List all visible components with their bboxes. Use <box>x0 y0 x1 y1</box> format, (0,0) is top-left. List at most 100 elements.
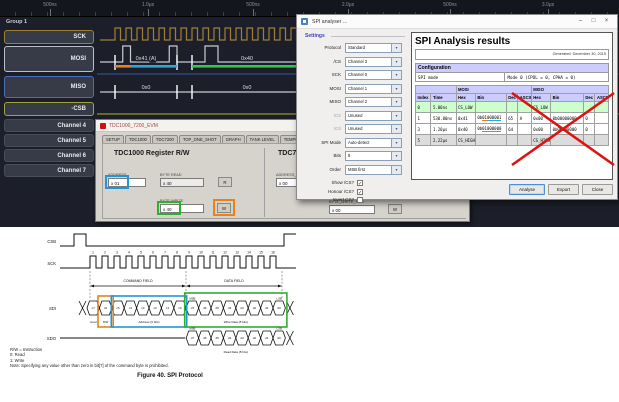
write-7200-button[interactable]: W <box>388 204 402 214</box>
setting-select--cs[interactable]: Channel 3▾ <box>345 57 402 67</box>
tab-tank-level[interactable]: TANK LEVEL <box>246 135 279 143</box>
column-header: Bin <box>551 94 584 102</box>
column-header: Index <box>416 94 431 102</box>
chevron-down-icon[interactable]: ▾ <box>391 152 401 160</box>
channel-button--csb[interactable]: -CSB <box>4 102 94 116</box>
table-cell: CS_LOW <box>531 102 550 113</box>
bit-label: d2 <box>253 306 257 310</box>
bit-label: d1 <box>265 306 269 310</box>
channel-button-channel-4[interactable]: Channel 4 <box>4 119 94 132</box>
read-data-label: Read Data (8 bits) <box>224 350 248 354</box>
column-header: Hex <box>456 94 475 102</box>
clock-number: 13 <box>235 251 239 255</box>
app-icon <box>301 18 308 25</box>
tab-graph[interactable]: GRAPH <box>222 135 245 143</box>
setting-select-spi-mode[interactable]: Auto-detect▾ <box>345 138 402 148</box>
channel-button-sck[interactable]: SCK <box>4 30 94 44</box>
spi-titlebar[interactable]: SPI analyser ... – □ × <box>297 15 617 29</box>
setting-select-order[interactable]: MSB first▾ <box>345 165 402 175</box>
channel-button-miso[interactable]: MISO <box>4 76 94 98</box>
table-row[interactable]: 1530.00ns0x410b0100000165A0x000b00000000… <box>416 113 609 124</box>
setting-select-io3[interactable]: Unused ▾ <box>345 124 402 134</box>
selected-value: Channel 0 <box>348 72 367 77</box>
close-results-button[interactable]: Close <box>582 184 613 195</box>
analyse-button[interactable]: Analyse <box>509 184 545 195</box>
setting-label-bits: Bits <box>299 153 341 158</box>
byte-write-highlight-box <box>157 201 181 215</box>
table-row[interactable]: 05.00nsCS_LOWCS_LOW <box>416 102 609 113</box>
setting-select-io2[interactable]: Unused ▾ <box>345 111 402 121</box>
bit-label: c6 <box>104 306 108 310</box>
selected-value: Unused <box>348 113 362 118</box>
spi-mode-value: Mode 0 (CPOL = 0, CPHA = 0) <box>505 73 608 81</box>
column-header: Hex <box>531 94 550 102</box>
close-button[interactable]: × <box>600 17 613 26</box>
maximize-button[interactable]: □ <box>587 17 600 26</box>
checkbox-show-cs-[interactable]: ✓ <box>357 180 363 186</box>
table-cell: 0 <box>416 102 431 113</box>
signal-label-sdo: SDO <box>47 336 57 341</box>
bin-segment: 000001 <box>487 115 501 121</box>
chevron-down-icon[interactable]: ▾ <box>391 166 401 174</box>
clock-number: 6 <box>152 251 154 255</box>
bin-segment: 01000000 <box>482 126 501 132</box>
chevron-down-icon[interactable]: ▾ <box>391 71 401 79</box>
chevron-down-icon[interactable]: ▾ <box>391 85 401 93</box>
write-data-label: Write Data (8 bits) <box>224 320 248 324</box>
ruler-major-tick <box>148 9 149 16</box>
table-cell: 5.00ns <box>431 102 456 113</box>
tab-tdc1000[interactable]: TDC1000 <box>125 135 151 143</box>
chevron-down-icon[interactable]: ▾ <box>391 139 401 147</box>
setting-select-sck[interactable]: Channel 0 ▾ <box>345 70 402 80</box>
bit-label: d3 <box>240 306 244 310</box>
channel-button-mosi[interactable]: MOSI <box>4 46 94 72</box>
setting-select-mosi[interactable]: Channel 1▾ <box>345 84 402 94</box>
table-cell <box>551 135 584 146</box>
clock-number: 15 <box>259 251 263 255</box>
checkbox-honour-cs-[interactable]: ✓ <box>357 189 363 195</box>
tab-tdc7200[interactable]: TDC7200 <box>152 135 178 143</box>
setting-label-protocol: Protocol <box>299 45 341 50</box>
minimize-button[interactable]: – <box>574 17 587 26</box>
chevron-down-icon[interactable]: ▾ <box>391 98 401 106</box>
setting-select-bits[interactable]: 8▾ <box>345 151 402 161</box>
chevron-down-icon[interactable]: ▾ <box>391 112 401 120</box>
channel-group-label[interactable]: Group 1 <box>6 19 27 25</box>
table-cell: 0x41 <box>456 113 475 124</box>
tab-top-one-shot[interactable]: TOP_ONE_SHOT <box>179 135 221 143</box>
tab-setup[interactable]: SETUP <box>102 135 124 143</box>
table-row[interactable]: 31.20μs0x400b01000000640x000b000000000 <box>416 124 609 135</box>
checkbox-label-honour-cs-: Honour /CS? <box>299 189 354 194</box>
channel-button-channel-7[interactable]: Channel 7 <box>4 164 94 177</box>
bit-label: d4 <box>228 336 232 340</box>
byte-read-field[interactable]: x 40 <box>160 178 204 187</box>
chevron-down-icon[interactable]: ▾ <box>391 125 401 133</box>
address-7200-label: ADDRESS_ <box>276 173 296 177</box>
checkbox-invert-cs-[interactable] <box>357 197 363 203</box>
spi-window-title: SPI analyser ... <box>312 19 347 25</box>
table-row[interactable]: 52.22μsCS_HIGHCS_HIGH <box>416 135 609 146</box>
ruler-label: 3.0μs <box>542 2 554 8</box>
table-cell: 530.00ns <box>431 113 456 124</box>
setting-select-miso[interactable]: Channel 2▾ <box>345 97 402 107</box>
table-cell: 2.22μs <box>431 135 456 146</box>
chevron-down-icon[interactable]: ▾ <box>391 44 401 52</box>
byte-write-7200-field[interactable]: x 00 <box>329 205 375 214</box>
channel-button-channel-5[interactable]: Channel 5 <box>4 134 94 147</box>
chevron-down-icon[interactable]: ▾ <box>391 58 401 66</box>
table-cell: 65 <box>506 113 518 124</box>
setting-select-protocol[interactable]: Standard▾ <box>345 43 402 53</box>
selected-value: Unused <box>348 126 362 131</box>
export-button[interactable]: Export <box>548 184 579 195</box>
clock-number: 10 <box>199 251 203 255</box>
bit-label: c0 <box>178 306 182 310</box>
table-cell <box>475 135 506 146</box>
channel-button-channel-6[interactable]: Channel 6 <box>4 149 94 162</box>
table-cell <box>595 113 609 124</box>
table-cell: 5 <box>416 135 431 146</box>
results-heading: SPI Analysis results <box>415 36 609 47</box>
bit-label: d0 <box>278 306 282 310</box>
read-button[interactable]: R <box>218 177 232 187</box>
figure-notes: R/W = Instruction0: Read1: WriteNote: Sp… <box>10 347 169 368</box>
ti-logo-icon <box>100 123 106 129</box>
